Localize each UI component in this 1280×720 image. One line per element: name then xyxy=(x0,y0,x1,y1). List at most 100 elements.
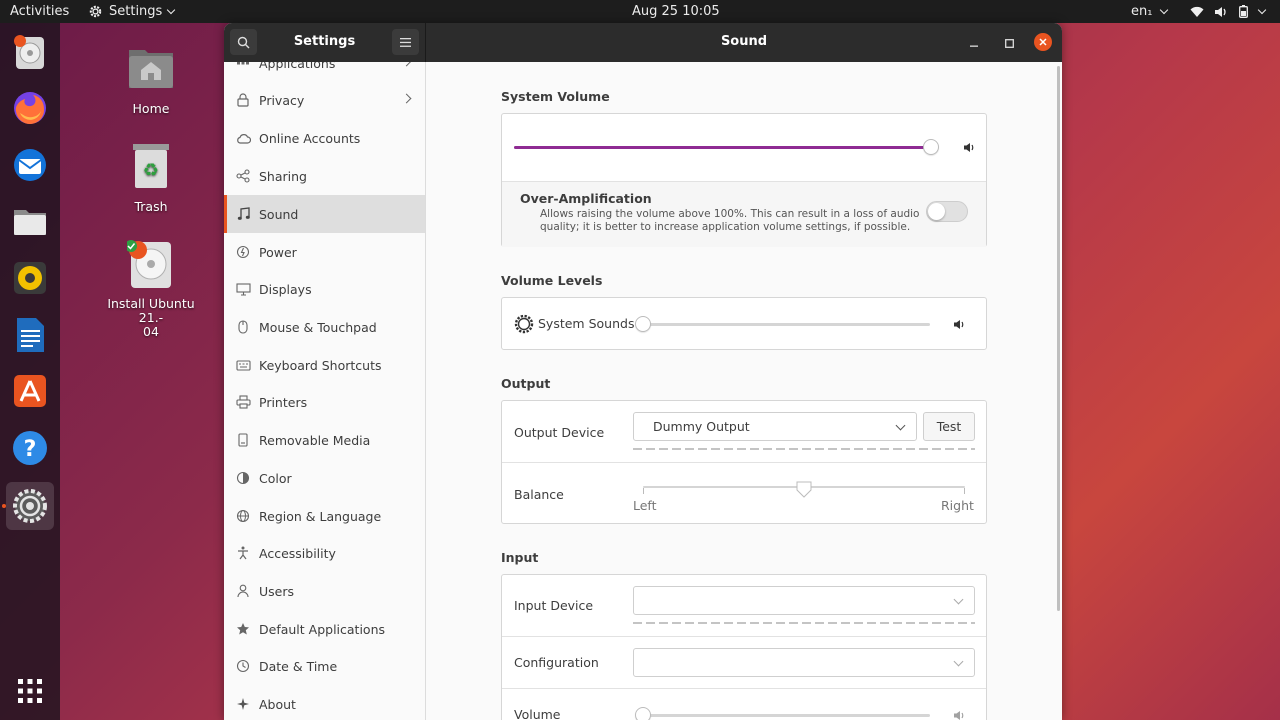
chevron-down-icon xyxy=(167,5,176,14)
sidebar-item-label: Region & Language xyxy=(259,508,382,524)
balance-left-label: Left xyxy=(633,498,657,513)
desktop-home[interactable]: Home xyxy=(96,44,206,116)
sidebar-item-online-accounts[interactable]: Online Accounts xyxy=(224,119,425,157)
system-sounds-knob[interactable] xyxy=(635,316,651,332)
sidebar-item-sharing[interactable]: Sharing xyxy=(224,157,425,195)
sidebar-item-label: Sharing xyxy=(259,168,307,184)
input-card: Input Device Configuration Volume xyxy=(501,574,987,720)
sidebar-item-accessibility[interactable]: Accessibility xyxy=(224,534,425,572)
sidebar-item-label: Applications xyxy=(259,62,336,71)
desktop-installer[interactable]: Install Ubuntu 21.- 04 xyxy=(96,240,206,339)
dock-rhythmbox[interactable] xyxy=(6,254,54,302)
input-device-dropdown[interactable] xyxy=(633,586,975,615)
maximize-button[interactable] xyxy=(1001,35,1017,51)
system-menu[interactable] xyxy=(1190,0,1267,23)
balance-knob[interactable] xyxy=(796,481,812,498)
dock-help[interactable]: ? xyxy=(6,424,54,472)
dock-software[interactable] xyxy=(6,367,54,415)
sidebar-item-removable-media[interactable]: Removable Media xyxy=(224,421,425,459)
speaker-icon xyxy=(1215,6,1226,17)
printer-icon xyxy=(235,394,251,410)
app-menu[interactable]: Settings xyxy=(88,0,176,23)
selection-indicator xyxy=(224,195,227,233)
system-volume-title: System Volume xyxy=(501,89,610,104)
sidebar-item-default-applications[interactable]: Default Applications xyxy=(224,610,425,648)
desktop-home-label: Home xyxy=(132,101,170,116)
speaker-icon[interactable] xyxy=(953,710,966,720)
clock-icon xyxy=(235,658,251,674)
dock-settings[interactable] xyxy=(6,482,54,530)
sidebar-item-region-language[interactable]: Region & Language xyxy=(224,497,425,535)
test-button[interactable]: Test xyxy=(923,412,975,441)
speaker-icon[interactable] xyxy=(953,319,966,330)
close-button[interactable] xyxy=(1034,33,1052,51)
system-sounds-label: System Sounds xyxy=(538,316,635,331)
input-volume-knob[interactable] xyxy=(635,707,651,720)
dock-installer[interactable] xyxy=(6,28,54,76)
desktop-trash[interactable]: ♻ Trash xyxy=(96,142,206,214)
system-volume-card: Over-Amplification Allows raising the vo… xyxy=(501,113,987,247)
sidebar-item-printers[interactable]: Printers xyxy=(224,383,425,421)
input-title: Input xyxy=(501,550,539,565)
sidebar-item-label: Default Applications xyxy=(259,621,386,637)
mouse-icon xyxy=(235,319,251,335)
balance-tick-right xyxy=(964,488,965,494)
output-device-dropdown[interactable]: Dummy Output xyxy=(633,412,917,441)
toggle-knob xyxy=(928,203,945,220)
folder-icon xyxy=(14,210,46,235)
display-icon xyxy=(235,281,251,297)
sidebar-item-applications[interactable]: Applications xyxy=(224,62,425,82)
output-level-meter xyxy=(633,448,975,450)
speaker-icon[interactable] xyxy=(963,142,976,153)
scrollbar[interactable] xyxy=(1057,66,1060,611)
clock-label: Aug 25 10:05 xyxy=(632,4,720,19)
sidebar-item-mouse-touchpad[interactable]: Mouse & Touchpad xyxy=(224,308,425,346)
dock-thunderbird[interactable] xyxy=(6,141,54,189)
dock-libreoffice-writer[interactable] xyxy=(6,311,54,359)
settings-window: Settings Sound Applications Privacy Onli… xyxy=(224,23,1062,720)
activities-button[interactable]: Activities xyxy=(10,0,69,23)
installer-disc-icon xyxy=(125,240,171,288)
globe-icon xyxy=(235,508,251,524)
sidebar-item-label: Date & Time xyxy=(259,658,338,674)
sidebar-item-users[interactable]: Users xyxy=(224,572,425,610)
sidebar-item-about[interactable]: About xyxy=(224,685,425,720)
system-volume-fill xyxy=(514,146,931,149)
dock: ? xyxy=(0,23,60,720)
chevron-right-icon xyxy=(401,93,412,104)
volume-levels-title: Volume Levels xyxy=(501,273,603,288)
sidebar-item-privacy[interactable]: Privacy xyxy=(224,81,425,119)
minimize-icon xyxy=(970,45,978,47)
configuration-dropdown[interactable] xyxy=(633,648,975,677)
top-bar: Activities Settings Aug 25 10:05 en₁ xyxy=(0,0,1280,23)
clock[interactable]: Aug 25 10:05 xyxy=(632,0,720,23)
system-sounds-track[interactable] xyxy=(643,323,930,326)
row-separator xyxy=(502,462,986,463)
sidebar-item-sound[interactable]: Sound xyxy=(224,195,425,233)
maximize-icon xyxy=(1004,38,1014,48)
balance-right-label: Right xyxy=(941,498,974,513)
input-volume-track[interactable] xyxy=(643,714,930,717)
desktop-trash-label: Trash xyxy=(134,199,168,214)
minimize-button[interactable] xyxy=(966,35,982,51)
svg-text:?: ? xyxy=(24,437,37,462)
system-sounds-gear-icon xyxy=(514,314,534,334)
system-volume-knob[interactable] xyxy=(923,139,939,155)
wifi-icon xyxy=(1190,6,1204,17)
over-amplification-title: Over-Amplification xyxy=(520,191,652,206)
dock-files[interactable] xyxy=(6,197,54,245)
keyboard-layout-menu[interactable]: en₁ xyxy=(1131,0,1169,23)
chevron-down-icon xyxy=(895,420,906,431)
accessibility-icon xyxy=(235,545,251,561)
sidebar-item-power[interactable]: Power xyxy=(224,233,425,271)
dock-firefox[interactable] xyxy=(6,84,54,132)
sidebar-item-date-time[interactable]: Date & Time xyxy=(224,647,425,685)
sidebar-item-keyboard-shortcuts[interactable]: Keyboard Shortcuts xyxy=(224,346,425,384)
over-amplification-toggle[interactable] xyxy=(926,201,968,222)
share-icon xyxy=(235,168,251,184)
menu-button[interactable] xyxy=(392,29,419,55)
show-applications-button[interactable] xyxy=(6,667,54,715)
power-icon xyxy=(235,244,251,260)
sidebar-item-displays[interactable]: Displays xyxy=(224,270,425,308)
sidebar-item-color[interactable]: Color xyxy=(224,459,425,497)
